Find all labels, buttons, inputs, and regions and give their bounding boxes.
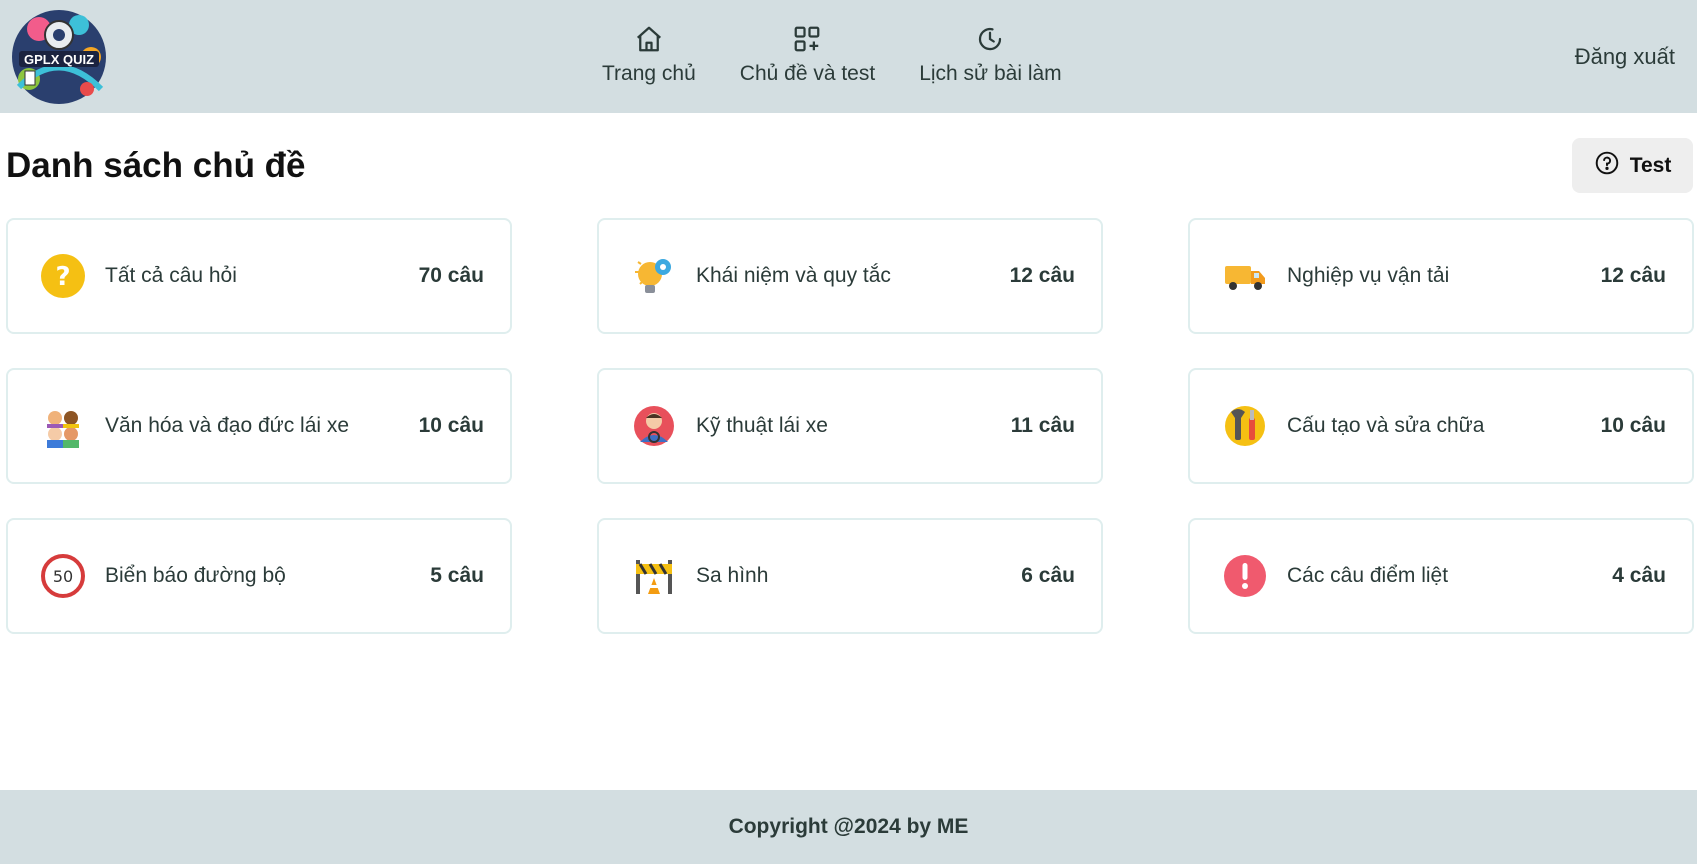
page-footer: Copyright @2024 by ME bbox=[0, 790, 1697, 864]
topic-name: Sa hình bbox=[696, 564, 769, 587]
topic-count: 12 câu bbox=[1009, 264, 1075, 287]
topic-grid: ? Tất cả câu hỏi 70 câu Khái niệm và quy… bbox=[6, 218, 1694, 634]
topic-count: 70 câu bbox=[418, 264, 484, 287]
test-button-label: Test bbox=[1629, 153, 1672, 177]
history-icon bbox=[973, 22, 1007, 56]
page-title: Danh sách chủ đề bbox=[6, 146, 306, 185]
topic-card-transport[interactable]: Nghiệp vụ vận tải 12 câu bbox=[1188, 218, 1694, 334]
topic-name: Nghiệp vụ vận tải bbox=[1287, 264, 1450, 287]
top-header: GPLX QUIZ Trang chủ Chủ đề và test Lịch … bbox=[0, 0, 1697, 113]
topic-card-all-questions[interactable]: ? Tất cả câu hỏi 70 câu bbox=[6, 218, 512, 334]
topic-card-driving-technique[interactable]: Kỹ thuật lái xe 11 câu bbox=[597, 368, 1103, 484]
nav-label: Trang chủ bbox=[602, 62, 696, 85]
topic-card-concepts-rules[interactable]: Khái niệm và quy tắc 12 câu bbox=[597, 218, 1103, 334]
nav-item-topics[interactable]: Chủ đề và test bbox=[718, 22, 897, 102]
road-barrier-icon bbox=[632, 554, 676, 598]
logo-text: GPLX QUIZ bbox=[24, 52, 94, 67]
topic-card-structure-repair[interactable]: Cấu tạo và sửa chữa 10 câu bbox=[1188, 368, 1694, 484]
topic-count: 5 câu bbox=[430, 564, 484, 587]
svg-text:50: 50 bbox=[53, 567, 73, 586]
svg-text:?: ? bbox=[55, 262, 70, 292]
nav-label: Lịch sử bài làm bbox=[919, 62, 1062, 85]
topic-name: Cấu tạo và sửa chữa bbox=[1287, 414, 1485, 437]
truck-icon bbox=[1223, 254, 1267, 298]
test-button[interactable]: Test bbox=[1572, 138, 1693, 193]
topic-card-culture-ethics[interactable]: Văn hóa và đạo đức lái xe 10 câu bbox=[6, 368, 512, 484]
topic-name: Kỹ thuật lái xe bbox=[696, 414, 828, 437]
topic-count: 4 câu bbox=[1612, 564, 1666, 587]
nav-item-home[interactable]: Trang chủ bbox=[580, 22, 718, 102]
nav-label: Chủ đề và test bbox=[739, 62, 876, 85]
gplx-quiz-logo[interactable]: GPLX QUIZ bbox=[6, 4, 112, 110]
topic-count: 11 câu bbox=[1010, 414, 1075, 437]
topic-count: 6 câu bbox=[1021, 564, 1075, 587]
question-icon: ? bbox=[41, 254, 85, 298]
speed-sign-icon: 50 bbox=[41, 554, 85, 598]
question-circle-icon bbox=[1594, 150, 1620, 181]
tools-icon bbox=[1223, 404, 1267, 448]
topic-count: 12 câu bbox=[1600, 264, 1666, 287]
driver-icon bbox=[632, 404, 676, 448]
main-nav: Trang chủ Chủ đề và test Lịch sử bài làm bbox=[580, 22, 1084, 102]
topic-card-driving-course[interactable]: Sa hình 6 câu bbox=[597, 518, 1103, 634]
lightbulb-gear-icon bbox=[632, 254, 676, 298]
topic-count: 10 câu bbox=[1600, 414, 1666, 437]
topic-name: Văn hóa và đạo đức lái xe bbox=[105, 414, 350, 437]
copyright-text: Copyright @2024 by ME bbox=[728, 815, 969, 838]
topic-name: Tất cả câu hỏi bbox=[105, 264, 237, 287]
grid-plus-icon bbox=[790, 22, 824, 56]
people-icon bbox=[41, 404, 85, 448]
topic-card-critical-questions[interactable]: Các câu điểm liệt 4 câu bbox=[1188, 518, 1694, 634]
topic-count: 10 câu bbox=[418, 414, 484, 437]
topic-card-road-signs[interactable]: 50 Biển báo đường bộ 5 câu bbox=[6, 518, 512, 634]
home-icon bbox=[632, 22, 666, 56]
topic-name: Các câu điểm liệt bbox=[1287, 564, 1449, 587]
topic-name: Khái niệm và quy tắc bbox=[696, 264, 891, 287]
topic-name: Biển báo đường bộ bbox=[105, 564, 286, 587]
alert-icon bbox=[1223, 554, 1267, 598]
nav-item-history[interactable]: Lịch sử bài làm bbox=[897, 22, 1083, 102]
logout-link[interactable]: Đăng xuất bbox=[1575, 44, 1675, 70]
